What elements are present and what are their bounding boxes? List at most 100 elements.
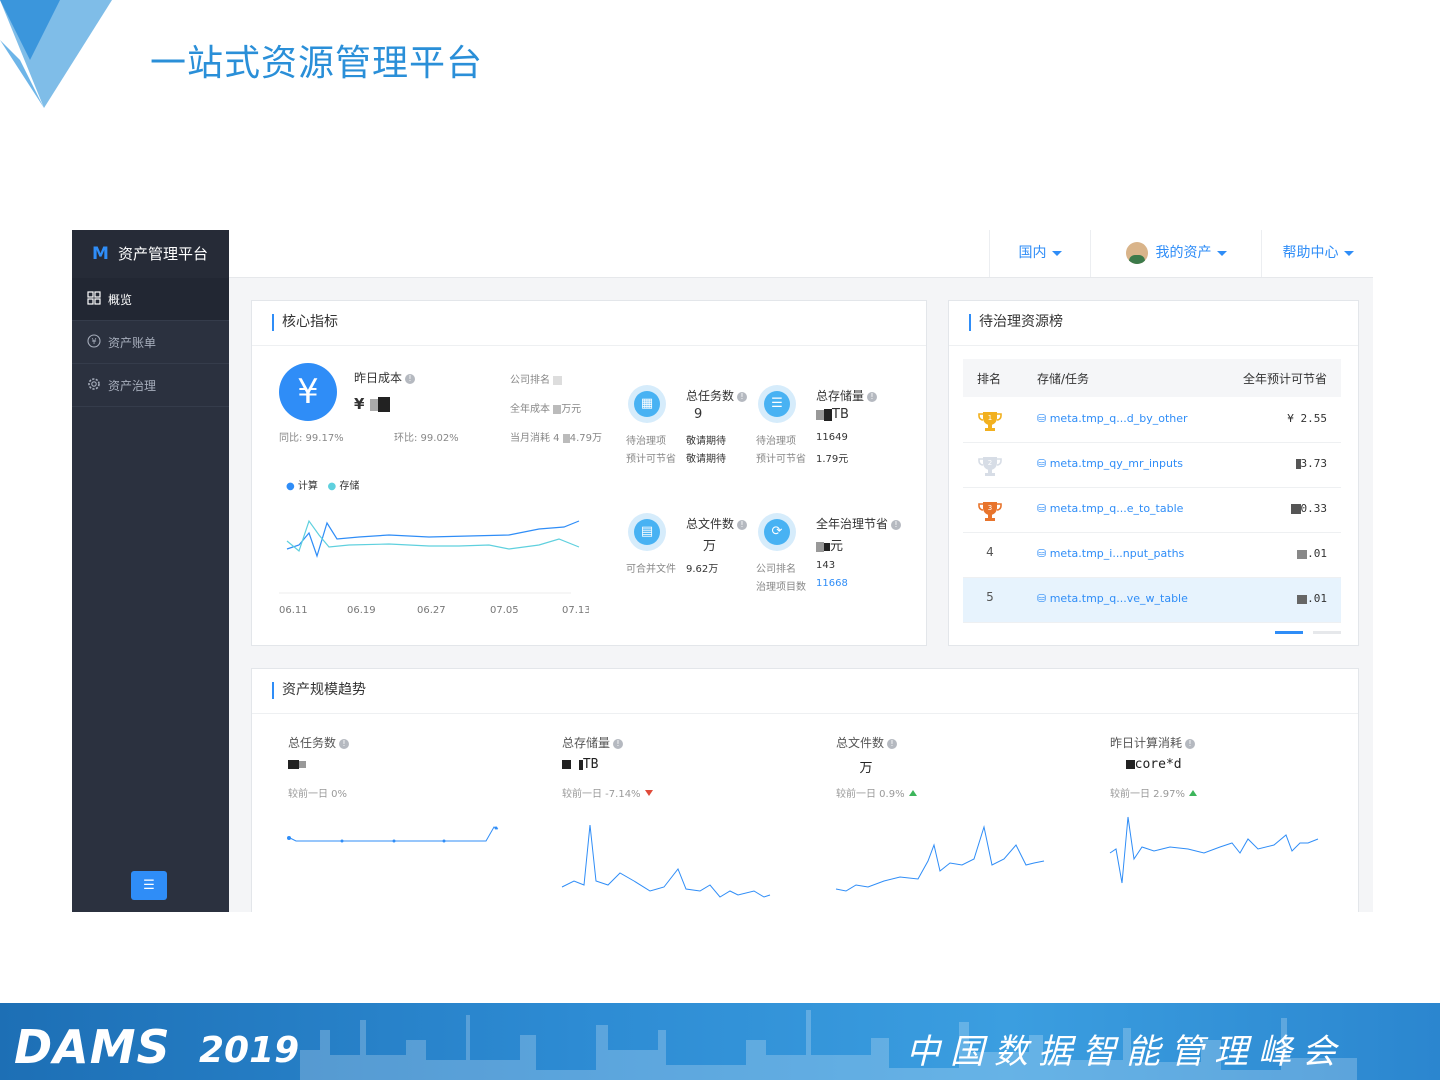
svg-text:3: 3 bbox=[988, 504, 992, 512]
gov-items-label: 治理项目数 bbox=[756, 582, 806, 593]
topbar: 国内 我的资产 帮助中心 bbox=[229, 230, 1373, 278]
trend-total-storage: 总存储量! TB 较前一日 -7.14% bbox=[526, 669, 800, 909]
sparkline bbox=[287, 826, 499, 843]
trend-label: 总存储量! bbox=[562, 734, 624, 751]
info-icon: ! bbox=[613, 739, 624, 749]
trend-total-files: 总文件数! 万 较前一日 0.9% bbox=[800, 669, 1074, 909]
app-window: M 资产管理平台 概览 ¥ 资产账单 资产治理 ☰ 国内 我的资产 帮助中心 核… bbox=[72, 230, 1373, 912]
month-cost-label: 当月消耗 4 4.79万 bbox=[510, 433, 602, 444]
redacted-block bbox=[369, 398, 378, 411]
yoy-text: 同比: 99.17% bbox=[279, 433, 344, 444]
sidebar-collapse-button[interactable]: ☰ bbox=[131, 871, 167, 900]
gov-items-value[interactable]: 11668 bbox=[816, 578, 848, 589]
total-files-value: 万 bbox=[703, 539, 717, 554]
task-link[interactable]: ⛁ meta.tmp_qy_mr_inputs bbox=[1037, 457, 1183, 470]
info-icon: ! bbox=[737, 520, 748, 530]
pending-value: 敬请期待 bbox=[686, 436, 726, 447]
caret-down-icon bbox=[1051, 250, 1062, 256]
tasks-icon: ▦ bbox=[628, 385, 666, 423]
total-storage-label: 总存储量! bbox=[816, 387, 878, 404]
info-icon: ! bbox=[887, 739, 898, 749]
card-header: 待治理资源榜 bbox=[949, 301, 1358, 346]
info-icon: ! bbox=[737, 392, 748, 402]
caret-down-icon bbox=[1343, 250, 1354, 256]
storage-saving-label: 预计可节省 bbox=[756, 454, 806, 465]
sidebar-item-governance[interactable]: 资产治理 bbox=[72, 364, 229, 407]
saving-value: .01 bbox=[1297, 592, 1327, 605]
my-assets-dropdown[interactable]: 我的资产 bbox=[1090, 230, 1261, 277]
table-row[interactable]: 5 ⛁ meta.tmp_q...ve_w_table .01 bbox=[963, 578, 1341, 623]
ranking-table-header: 排名 存储/任务 全年预计可节省 bbox=[963, 359, 1341, 397]
rank-number: 4 bbox=[986, 545, 994, 559]
sidebar-item-label: 资产治理 bbox=[108, 379, 157, 393]
task-link[interactable]: ⛁ meta.tmp_i...nput_paths bbox=[1037, 547, 1184, 560]
dams-year: 2019 bbox=[199, 1030, 300, 1071]
database-icon: ⛁ bbox=[1037, 412, 1047, 425]
trend-compare: 较前一日 0% bbox=[288, 789, 348, 800]
task-link[interactable]: ⛁ meta.tmp_q...e_to_table bbox=[1037, 502, 1183, 515]
card-title: 核心指标 bbox=[272, 314, 338, 331]
region-dropdown[interactable]: 国内 bbox=[989, 230, 1090, 277]
saving-value: ¥ 2.55 bbox=[1287, 412, 1327, 425]
sidebar-item-bill[interactable]: ¥ 资产账单 bbox=[72, 321, 229, 364]
pagination-dot[interactable] bbox=[1313, 631, 1341, 634]
help-center-dropdown[interactable]: 帮助中心 bbox=[1261, 230, 1373, 277]
svg-text:1: 1 bbox=[988, 414, 992, 422]
pagination-dot-active[interactable] bbox=[1275, 631, 1303, 634]
asset-trend-card: 资产规模趋势 总任务数! 较前一日 0% 总存储量! TB 较前一日 -7.14… bbox=[251, 668, 1359, 912]
table-row[interactable]: 4 ⛁ meta.tmp_i...nput_paths .01 bbox=[963, 533, 1341, 578]
saving-label: 预计可节省 bbox=[626, 454, 676, 465]
help-center-label: 帮助中心 bbox=[1282, 245, 1339, 261]
sidebar-logo[interactable]: M 资产管理平台 bbox=[72, 230, 229, 278]
recycle-icon: ⟳ bbox=[758, 513, 796, 551]
trend-compare: 较前一日 -7.14% bbox=[562, 785, 653, 800]
caret-down-icon bbox=[1216, 250, 1227, 256]
x-tick: 06.19 bbox=[347, 605, 376, 616]
database-icon: ⛁ bbox=[1037, 547, 1047, 560]
sparkline bbox=[835, 825, 1045, 892]
total-files-label: 总文件数! bbox=[686, 515, 748, 532]
redacted-block bbox=[562, 433, 570, 443]
menu-collapse-icon: ☰ bbox=[143, 878, 155, 893]
database-icon: ⛁ bbox=[1037, 457, 1047, 470]
card-header: 核心指标 bbox=[252, 301, 926, 346]
storage-saving-value: 1.79元 bbox=[816, 454, 849, 465]
database-icon: ☰ bbox=[758, 385, 796, 423]
sidebar-item-overview[interactable]: 概览 bbox=[72, 278, 229, 321]
governance-ranking-card: 待治理资源榜 排名 存储/任务 全年预计可节省 1 ⛁ meta.tmp_q..… bbox=[948, 300, 1359, 646]
mergeable-label: 可合并文件 bbox=[626, 564, 676, 575]
x-tick: 06.11 bbox=[279, 605, 308, 616]
slide-title: 一站式资源管理平台 bbox=[150, 43, 484, 84]
file-icon: ▤ bbox=[628, 513, 666, 551]
info-icon: ! bbox=[339, 739, 350, 749]
task-link[interactable]: ⛁ meta.tmp_q...ve_w_table bbox=[1037, 592, 1188, 605]
table-row[interactable]: 1 ⛁ meta.tmp_q...d_by_other ¥ 2.55 bbox=[963, 398, 1341, 443]
legend-compute: 计算 bbox=[297, 481, 318, 492]
trophy-silver-icon: 2 bbox=[977, 455, 1003, 480]
svg-text:2: 2 bbox=[988, 459, 992, 467]
info-icon: ! bbox=[867, 392, 878, 402]
mom-text: 环比: 99.02% bbox=[394, 433, 459, 444]
info-icon: ! bbox=[891, 520, 902, 530]
redacted-block bbox=[377, 397, 390, 412]
trend-total-tasks: 总任务数! 较前一日 0% bbox=[252, 669, 526, 909]
redacted-block bbox=[553, 404, 562, 414]
chart-legend: ● 计算 ● 存储 bbox=[286, 481, 360, 492]
saving-value: .01 bbox=[1297, 547, 1327, 560]
database-icon: ⛁ bbox=[1037, 592, 1047, 605]
trend-value: core*d bbox=[1110, 757, 1182, 772]
core-metrics-card: 核心指标 ¥ 昨日成本! ¥ 同比: 99.17% 环比: 99.02% 公司排… bbox=[251, 300, 927, 646]
table-row[interactable]: 2 ⛁ meta.tmp_qy_mr_inputs 3.73 bbox=[963, 443, 1341, 488]
trend-value bbox=[288, 757, 306, 772]
legend-storage: 存储 bbox=[339, 481, 360, 492]
arrow-up-icon bbox=[1188, 790, 1197, 796]
trophy-bronze-icon: 3 bbox=[977, 500, 1003, 525]
database-icon: ⛁ bbox=[1037, 502, 1047, 515]
card-title: 待治理资源榜 bbox=[969, 314, 1063, 331]
table-row[interactable]: 3 ⛁ meta.tmp_q...e_to_table 0.33 bbox=[963, 488, 1341, 533]
dams-logo: DAMS bbox=[14, 1020, 171, 1074]
trend-compare: 较前一日 2.97% bbox=[1110, 785, 1197, 800]
task-link[interactable]: ⛁ meta.tmp_q...d_by_other bbox=[1037, 412, 1188, 425]
app-logo-icon: M bbox=[92, 244, 109, 264]
col-task: 存储/任务 bbox=[1037, 372, 1090, 386]
